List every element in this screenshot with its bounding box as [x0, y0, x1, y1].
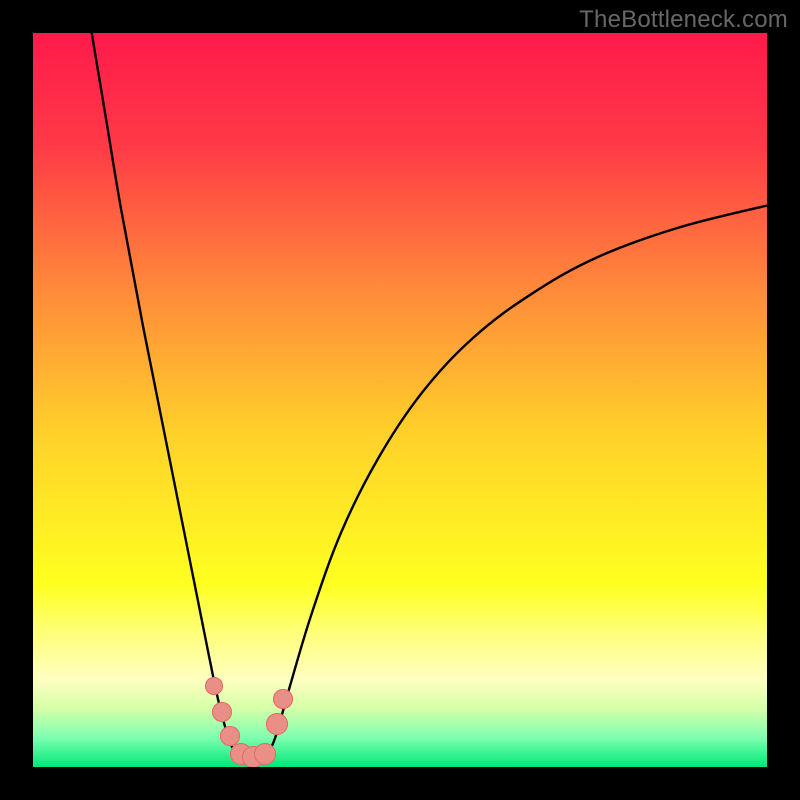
watermark-text: TheBottleneck.com: [579, 6, 788, 34]
data-marker: [205, 677, 223, 695]
chart-frame: TheBottleneck.com: [0, 0, 800, 800]
plot-area: [33, 33, 767, 767]
data-marker: [266, 713, 288, 735]
data-marker: [273, 689, 293, 709]
bottleneck-curve: [33, 33, 767, 767]
data-marker: [254, 743, 276, 765]
data-marker: [212, 702, 232, 722]
